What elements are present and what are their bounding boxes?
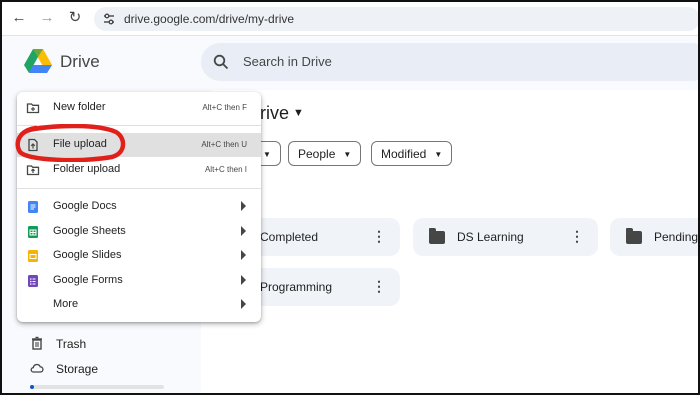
modified-filter-chip[interactable]: Modified ▼: [371, 141, 453, 166]
title-caret-icon[interactable]: ▼: [293, 107, 304, 119]
new-folder-icon: [26, 103, 40, 114]
menu-item-file-upload[interactable]: File upload Alt+C then U: [17, 133, 261, 157]
page-title-text[interactable]: rive: [260, 103, 289, 123]
folder-name: Completed: [260, 230, 319, 244]
sidebar-item-storage[interactable]: Storage: [30, 361, 98, 376]
modified-filter-label: Modified: [381, 147, 427, 161]
submenu-arrow-icon: [241, 250, 246, 260]
menu-item-shortcut: Alt+C then I: [204, 165, 247, 174]
new-item-menu: New folder Alt+C then F File upload Alt+…: [17, 92, 261, 322]
menu-item-google-sheets[interactable]: Google Sheets: [17, 220, 261, 244]
submenu-arrow-icon: [241, 201, 246, 211]
menu-item-label: More: [53, 298, 79, 310]
search-input[interactable]: Search in Drive: [243, 54, 332, 69]
folder-name: DS Learning: [457, 230, 524, 244]
search-icon[interactable]: [213, 54, 229, 70]
file-upload-icon: [28, 138, 38, 152]
menu-item-more[interactable]: More: [17, 293, 261, 317]
folder-name: Pending: [654, 230, 699, 244]
sidebar-item-label: Storage: [56, 362, 99, 376]
google-docs-icon: [28, 201, 38, 213]
folder-upload-icon: [26, 165, 40, 176]
menu-item-google-docs[interactable]: Google Docs: [17, 195, 261, 219]
menu-item-label: File upload: [53, 138, 107, 150]
folder-icon: [429, 228, 445, 244]
submenu-arrow-icon: [241, 226, 246, 236]
more-options-icon[interactable]: ⋮: [570, 228, 584, 244]
menu-divider: [17, 188, 261, 189]
more-options-icon[interactable]: ⋮: [372, 228, 386, 244]
chevron-down-icon: ▼: [343, 150, 352, 159]
menu-item-label: Folder upload: [53, 163, 121, 175]
menu-item-label: Google Sheets: [53, 225, 126, 237]
url-text[interactable]: drive.google.com/drive/my-drive: [124, 12, 294, 26]
back-arrow-icon[interactable]: ←: [10, 9, 28, 27]
folder-icon: [626, 228, 642, 244]
menu-item-shortcut: Alt+C then U: [201, 140, 247, 149]
site-settings-icon[interactable]: [102, 12, 116, 26]
trash-icon: [32, 336, 42, 350]
folder-name: Programming: [260, 280, 333, 294]
chevron-down-icon: ▼: [263, 150, 271, 159]
submenu-arrow-icon: [241, 299, 246, 309]
page-title[interactable]: rive ▼: [260, 103, 304, 124]
more-options-icon[interactable]: ⋮: [372, 278, 386, 294]
menu-divider: [17, 125, 261, 126]
app-name[interactable]: Drive: [60, 52, 100, 72]
browser-toolbar: ← → ↻ drive.google.com/drive/my-drive: [2, 2, 698, 36]
chevron-down-icon: ▼: [434, 150, 443, 159]
reload-icon[interactable]: ↻: [66, 9, 84, 27]
menu-item-google-forms[interactable]: Google Forms: [17, 269, 261, 293]
storage-usage-bar: [30, 385, 164, 389]
folder-card[interactable]: DS Learning ⋮: [413, 218, 598, 256]
sidebar-item-label: Trash: [56, 337, 87, 351]
google-slides-icon: [28, 250, 38, 262]
submenu-arrow-icon: [241, 275, 246, 285]
cloud-icon: [30, 363, 44, 373]
folder-card[interactable]: Pending: [610, 218, 699, 256]
menu-item-google-slides[interactable]: Google Slides: [17, 244, 261, 268]
menu-item-new-folder[interactable]: New folder Alt+C then F: [17, 96, 261, 120]
address-bar[interactable]: drive.google.com/drive/my-drive: [94, 7, 698, 31]
menu-item-shortcut: Alt+C then F: [202, 103, 247, 112]
menu-item-label: Google Docs: [53, 200, 117, 212]
forward-arrow-icon[interactable]: →: [38, 9, 56, 27]
people-filter-label: People: [298, 147, 336, 161]
menu-item-label: Google Slides: [53, 249, 122, 261]
menu-item-label: New folder: [53, 101, 106, 113]
google-forms-icon: [28, 275, 38, 287]
screenshot-frame: ← → ↻ drive.google.com/drive/my-drive Dr…: [0, 0, 700, 395]
drive-logo-icon[interactable]: [24, 48, 52, 74]
search-bar[interactable]: Search in Drive: [201, 43, 698, 81]
sidebar-item-trash[interactable]: Trash: [30, 336, 86, 351]
google-sheets-icon: [28, 226, 38, 238]
menu-item-label: Google Forms: [53, 274, 123, 286]
storage-usage-fill: [30, 385, 34, 389]
menu-item-folder-upload[interactable]: Folder upload Alt+C then I: [17, 158, 261, 182]
people-filter-chip[interactable]: People ▼: [288, 141, 362, 166]
